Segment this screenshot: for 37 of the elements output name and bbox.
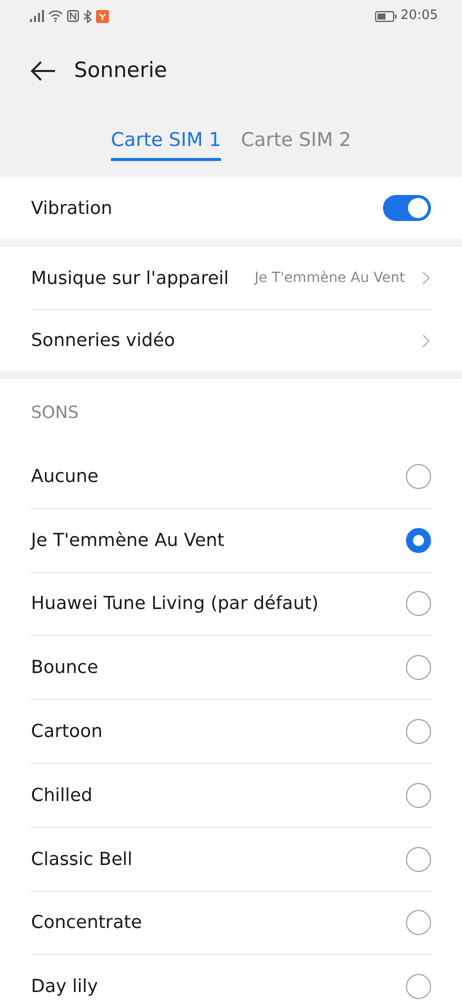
ringtone-label: Huawei Tune Living (par défaut) (31, 592, 319, 616)
radio-button[interactable] (406, 464, 431, 489)
bluetooth-icon (83, 10, 92, 22)
back-button[interactable] (30, 60, 56, 82)
signal-icon (30, 10, 44, 22)
setting-label: Musique sur l'appareil (31, 266, 229, 290)
chevron-icon (421, 332, 431, 348)
clock-time: 20:05 (400, 7, 438, 26)
ringtone-label: Aucune (31, 464, 99, 489)
page-title: Sonnerie (74, 57, 168, 84)
radio-button[interactable] (406, 782, 431, 808)
radio-button[interactable] (406, 528, 431, 553)
wifi-icon (48, 10, 63, 22)
ringtone-label: Je T'emmène Au Vent (31, 528, 224, 553)
ringtone-label: Concentrate (31, 911, 142, 936)
setting-label: Vibration (31, 196, 112, 220)
radio-button[interactable] (406, 591, 431, 616)
battery-icon (374, 10, 397, 22)
app-notification-icon (96, 10, 109, 22)
radio-button[interactable] (406, 974, 431, 1000)
ringtone-label: Bounce (31, 656, 98, 680)
ringtone-label: Classic Bell (31, 848, 132, 872)
setting-value: Je T'emmène Au Vent (254, 268, 405, 288)
chevron-icon (421, 270, 431, 286)
radio-button[interactable] (406, 846, 431, 872)
ringtone-label: Chilled (31, 784, 92, 808)
nfc-icon (67, 10, 79, 22)
radio-button[interactable] (406, 719, 431, 744)
sim-tab[interactable]: Carte SIM 1 (110, 126, 221, 162)
ringtone-label: Cartoon (31, 720, 102, 744)
toggle-switch[interactable] (383, 195, 431, 221)
radio-button[interactable] (406, 655, 431, 680)
ringtone-label: Day lily (31, 975, 98, 1000)
radio-button[interactable] (406, 910, 431, 936)
sim-tab[interactable]: Carte SIM 2 (241, 126, 352, 162)
section-heading: SONS (30, 402, 80, 425)
setting-label: Sonneries vidéo (31, 329, 176, 353)
